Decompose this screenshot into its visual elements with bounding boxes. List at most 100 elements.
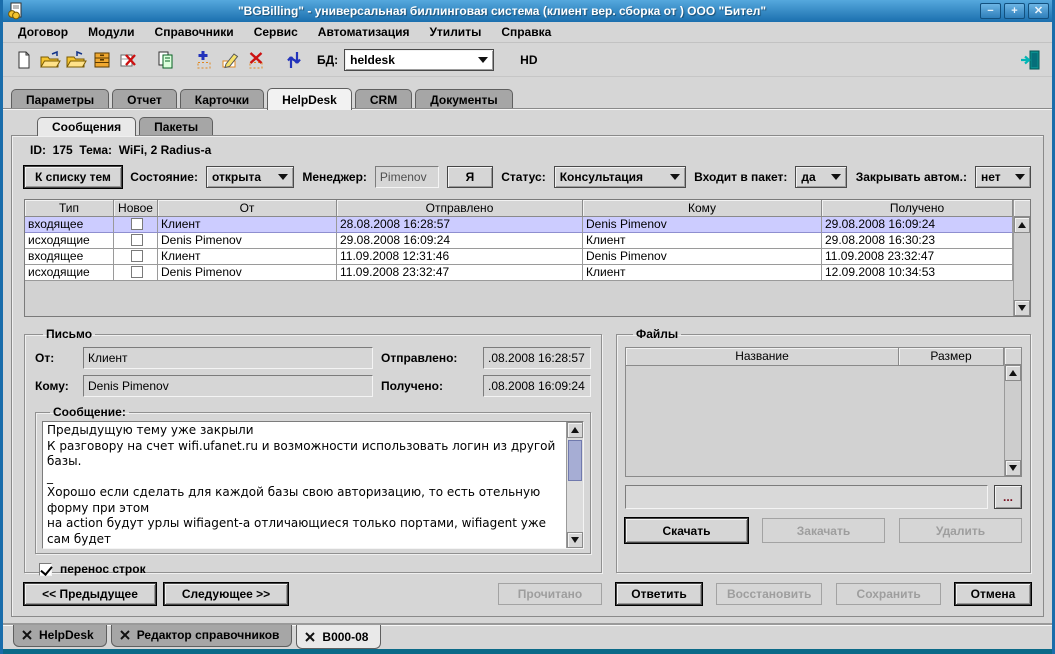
db-label: БД: — [317, 53, 338, 67]
scroll-down-icon[interactable] — [1005, 460, 1021, 476]
table-scrollbar[interactable] — [1013, 200, 1030, 316]
status-select[interactable]: Консультация — [554, 166, 686, 188]
reply-button[interactable]: Ответить — [616, 583, 702, 605]
status-label: Статус: — [501, 170, 545, 184]
next-message-button[interactable]: Следующее >> — [164, 583, 288, 605]
refresh-icon[interactable] — [281, 47, 307, 73]
module-badge: HD — [520, 53, 537, 67]
autoclose-select[interactable]: нет — [975, 166, 1031, 188]
scroll-down-icon[interactable] — [567, 532, 583, 548]
tab-pakety[interactable]: Пакеты — [139, 117, 213, 136]
window-tab-helpdesk[interactable]: HelpDesk — [13, 625, 107, 647]
table-row[interactable]: исходящие Denis Pimenov 11.09.2008 23:32… — [25, 265, 1013, 281]
scroll-up-icon[interactable] — [1005, 365, 1021, 381]
tab-dokumenty[interactable]: Документы — [415, 89, 512, 110]
minimize-icon[interactable]: − — [980, 3, 1001, 19]
table-row[interactable]: входящее Клиент 11.09.2008 12:31:46 Deni… — [25, 249, 1013, 265]
manager-field: Pimenov — [375, 166, 439, 188]
message-scrollbar[interactable] — [566, 422, 583, 548]
new-checkbox[interactable] — [131, 218, 143, 230]
column-header-name[interactable]: Название — [626, 348, 899, 366]
open-folder-icon[interactable] — [37, 47, 63, 73]
menu-item-moduli[interactable]: Модули — [79, 23, 143, 41]
cell-to: Denis Pimenov — [583, 217, 822, 233]
tab-soobscheniya[interactable]: Сообщения — [37, 117, 136, 136]
tab-parametry[interactable]: Параметры — [11, 89, 109, 110]
topic-id-value: 175 — [53, 143, 73, 157]
to-field[interactable]: Denis Pimenov — [83, 375, 373, 397]
window-tab-b000-08[interactable]: B000-08 — [296, 625, 381, 649]
previous-message-button[interactable]: << Предыдущее — [24, 583, 156, 605]
table-row[interactable]: исходящие Denis Pimenov 29.08.2008 16:09… — [25, 233, 1013, 249]
letter-group-title: Письмо — [43, 327, 95, 341]
download-file-button[interactable]: Скачать — [625, 518, 748, 543]
scroll-down-icon[interactable] — [1014, 300, 1030, 316]
menu-item-dogovor[interactable]: Договор — [9, 23, 77, 41]
delete-card-icon[interactable] — [115, 47, 141, 73]
scroll-up-icon[interactable] — [1014, 217, 1030, 233]
close-icon[interactable]: ✕ — [1028, 3, 1049, 19]
maximize-icon[interactable]: + — [1004, 3, 1025, 19]
window-tab-label: HelpDesk — [39, 628, 94, 642]
new-checkbox[interactable] — [131, 266, 143, 278]
copy-document-icon[interactable] — [153, 47, 179, 73]
browse-file-button[interactable]: ... — [994, 485, 1022, 509]
state-select[interactable]: открыта — [206, 166, 294, 188]
save-button: Сохранить — [836, 583, 941, 605]
menu-item-servis[interactable]: Сервис — [245, 23, 307, 41]
menu-item-spravochniki[interactable]: Справочники — [146, 23, 243, 41]
menu-item-spravka[interactable]: Справка — [492, 23, 560, 41]
db-select[interactable]: heldesk — [344, 49, 494, 71]
files-list[interactable] — [626, 366, 1004, 476]
add-row-icon[interactable] — [191, 47, 217, 73]
menu-item-avtomatizaciya[interactable]: Автоматизация — [309, 23, 419, 41]
message-textarea[interactable]: Предыдущую тему уже закрыли К разговору … — [43, 422, 566, 548]
cancel-button[interactable]: Отмена — [955, 583, 1031, 605]
tab-kartochki[interactable]: Карточки — [180, 89, 264, 110]
new-document-icon[interactable] — [11, 47, 37, 73]
file-path-input[interactable] — [625, 485, 988, 509]
column-header-size[interactable]: Размер — [899, 348, 1004, 366]
sent-field: .08.2008 16:28:57 — [483, 347, 591, 369]
scrollbar-thumb[interactable] — [568, 440, 582, 481]
tab-crm[interactable]: CRM — [355, 89, 412, 110]
window-tab-redaktor[interactable]: Редактор справочников — [111, 625, 293, 647]
from-field[interactable]: Клиент — [83, 347, 373, 369]
main-tab-bar: Параметры Отчет Карточки HelpDesk CRM До… — [3, 87, 1052, 109]
cell-received: 11.09.2008 23:32:47 — [822, 249, 1013, 265]
topic-theme-label: Тема: — [79, 143, 112, 157]
table-row[interactable]: входящее Клиент 28.08.2008 16:28:57 Deni… — [25, 217, 1013, 233]
column-header-new[interactable]: Новое — [114, 200, 158, 217]
autoclose-select-value: нет — [981, 170, 1001, 184]
column-header-sent[interactable]: Отправлено — [337, 200, 583, 217]
tab-otchet[interactable]: Отчет — [112, 89, 177, 110]
cell-type: входящее — [25, 217, 114, 233]
upload-file-button: Закачать — [762, 518, 885, 543]
column-header-from[interactable]: От — [158, 200, 337, 217]
from-label: От: — [35, 351, 75, 365]
card-file-icon[interactable] — [89, 47, 115, 73]
new-checkbox[interactable] — [131, 234, 143, 246]
close-tab-icon[interactable] — [22, 630, 32, 640]
menu-item-utility[interactable]: Утилиты — [420, 23, 490, 41]
assign-me-button[interactable]: Я — [447, 166, 493, 188]
open-contract-icon[interactable] — [63, 47, 89, 73]
tab-helpdesk[interactable]: HelpDesk — [267, 88, 352, 110]
files-scrollbar[interactable] — [1004, 348, 1021, 476]
in-package-select[interactable]: да — [795, 166, 847, 188]
scroll-up-icon[interactable] — [567, 422, 583, 438]
cell-received: 29.08.2008 16:09:24 — [822, 217, 1013, 233]
column-header-to[interactable]: Кому — [583, 200, 822, 217]
to-topic-list-button[interactable]: К списку тем — [24, 166, 122, 188]
exit-door-icon[interactable] — [1018, 47, 1044, 73]
delete-row-icon[interactable] — [243, 47, 269, 73]
cell-type: исходящие — [25, 265, 114, 281]
edit-row-icon[interactable] — [217, 47, 243, 73]
close-tab-icon[interactable] — [120, 630, 130, 640]
word-wrap-checkbox[interactable] — [39, 563, 52, 576]
close-tab-icon[interactable] — [305, 632, 315, 642]
chevron-down-icon — [670, 174, 680, 180]
column-header-received[interactable]: Получено — [822, 200, 1013, 217]
column-header-type[interactable]: Тип — [25, 200, 114, 217]
new-checkbox[interactable] — [131, 250, 143, 262]
